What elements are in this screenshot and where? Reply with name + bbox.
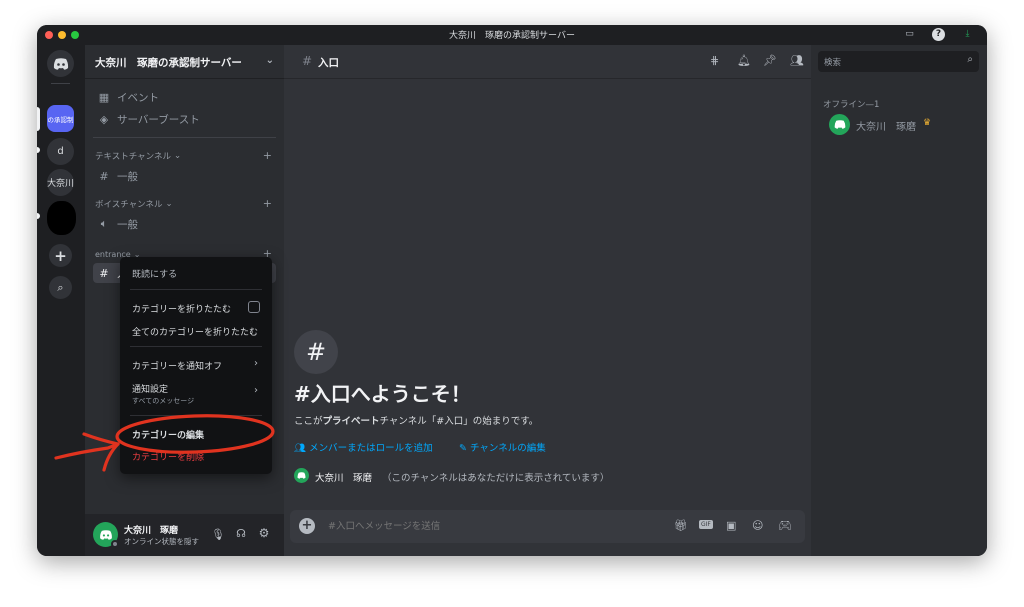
annotation-overlay <box>54 414 275 472</box>
annotation-circle <box>115 414 275 454</box>
